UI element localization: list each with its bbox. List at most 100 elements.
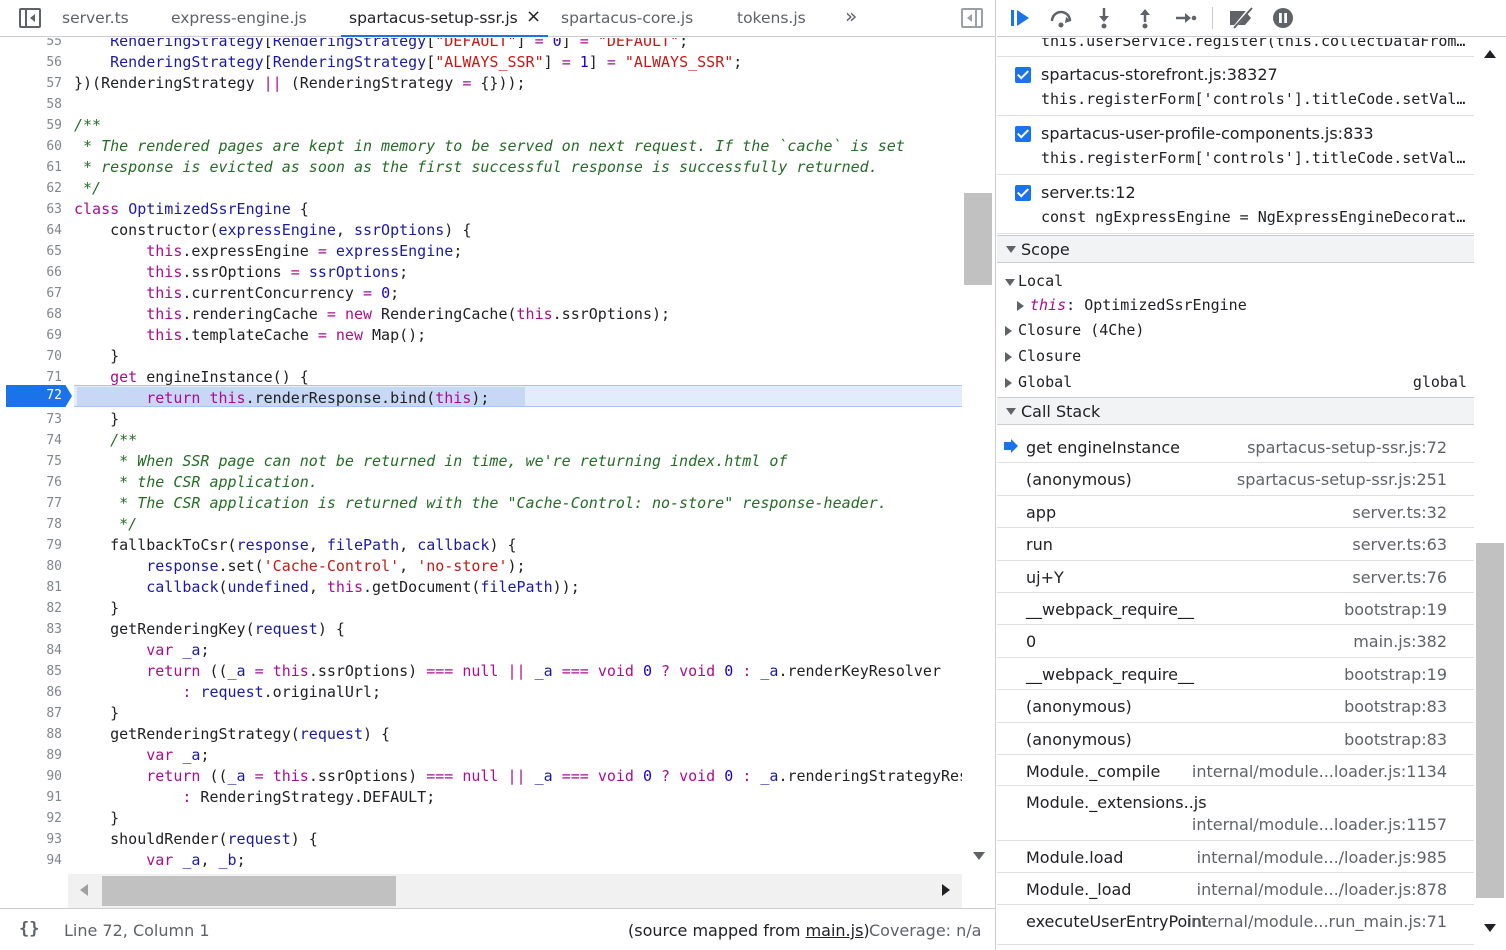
scope-closure-4che[interactable]: Closure (4Che)	[997, 318, 1474, 344]
call-frame[interactable]: (anonymous) bootstrap:83	[997, 690, 1474, 723]
scroll-down-arrow-icon[interactable]	[973, 852, 985, 866]
line-number[interactable]: 93	[0, 829, 62, 850]
call-frame[interactable]: Module.load internal/module.../loader.js:…	[997, 841, 1474, 873]
line-number[interactable]: 61	[0, 157, 62, 178]
line-number[interactable]: 58	[0, 94, 62, 115]
call-frame[interactable]: uj+Y server.ts:76	[997, 561, 1474, 593]
call-frame[interactable]: run server.ts:63	[997, 528, 1474, 561]
line-number[interactable]: 85	[0, 661, 62, 682]
sidebar-scroll-thumb[interactable]	[1476, 543, 1504, 898]
call-frame-location[interactable]: internal/module.../loader.js:985	[1197, 848, 1447, 867]
debugger-sidebar-toggle-icon[interactable]	[961, 8, 983, 28]
scroll-down-arrow-icon[interactable]	[1484, 924, 1496, 932]
line-number[interactable]: 84	[0, 640, 62, 661]
line-number[interactable]: 95	[0, 871, 62, 874]
line-number[interactable]: 81	[0, 577, 62, 598]
line-number[interactable]: 83	[0, 619, 62, 640]
scope-local[interactable]: Local	[997, 269, 1474, 295]
pretty-print-icon[interactable]: {}	[19, 919, 39, 939]
line-number[interactable]: 63	[0, 199, 62, 220]
call-frame-location[interactable]: internal/module...loader.js:1157	[1192, 815, 1447, 834]
scope-global[interactable]: Global global	[997, 370, 1474, 396]
editor-horizontal-scrollbar[interactable]	[68, 874, 962, 908]
call-frame-location[interactable]: bootstrap:83	[1344, 730, 1447, 749]
call-frame-location[interactable]: server.ts:76	[1352, 568, 1447, 587]
line-number[interactable]: 64	[0, 220, 62, 241]
call-frame-location[interactable]: main.js:382	[1353, 632, 1447, 651]
line-number[interactable]: 70	[0, 346, 62, 367]
line-number[interactable]: 73	[0, 409, 62, 430]
breakpoint-checkbox[interactable]	[1015, 67, 1031, 83]
call-frame[interactable]: Module._load internal/module.../loader.js…	[997, 873, 1474, 905]
navigator-toggle-icon[interactable]	[19, 8, 41, 28]
scroll-up-arrow-icon[interactable]	[1484, 50, 1496, 58]
call-frame[interactable]: (anonymous) bootstrap:83	[997, 723, 1474, 755]
tab-spartacus-core[interactable]: spartacus-core.js	[561, 9, 693, 27]
editor-vertical-scrollbar[interactable]	[962, 38, 995, 874]
call-stack-section-header[interactable]: Call Stack	[997, 397, 1474, 425]
breakpoint-checkbox[interactable]	[1015, 185, 1031, 201]
call-frame-location[interactable]: bootstrap:19	[1344, 600, 1447, 619]
line-number[interactable]: 71	[0, 367, 62, 388]
call-frame[interactable]: __webpack_require__ bootstrap:19	[997, 593, 1474, 625]
line-number[interactable]: 60	[0, 136, 62, 157]
scroll-left-arrow-icon[interactable]	[80, 884, 88, 896]
source-map-file-link[interactable]: main.js	[806, 921, 864, 940]
line-number[interactable]: 66	[0, 262, 62, 283]
line-number-gutter[interactable]: 555657585960616263646566676869707172 7374…	[0, 38, 68, 874]
deactivate-breakpoints-icon[interactable]	[1227, 6, 1257, 30]
line-number[interactable]: 62	[0, 178, 62, 199]
call-frame[interactable]: __webpack_require__ bootstrap:19	[997, 658, 1474, 690]
line-number[interactable]: 92	[0, 808, 62, 829]
call-frame-location[interactable]: internal/module...run_main.js:71	[1187, 912, 1447, 931]
resume-icon[interactable]	[1008, 6, 1032, 30]
editor-vertical-scroll-thumb[interactable]	[964, 193, 992, 285]
sidebar-scrollbar[interactable]	[1474, 38, 1506, 950]
tab-tokens[interactable]: tokens.js	[737, 9, 806, 27]
call-frame[interactable]: executeUserEntryPoint internal/module...r…	[997, 905, 1474, 945]
call-frame-location[interactable]: spartacus-setup-ssr.js:251	[1237, 470, 1447, 489]
more-tabs-icon[interactable]: »	[845, 4, 857, 28]
call-frame[interactable]: Module._compile internal/module...loader.…	[997, 755, 1474, 786]
line-number[interactable]: 77	[0, 493, 62, 514]
line-number[interactable]: 55	[0, 38, 62, 52]
line-number[interactable]: 94	[0, 850, 62, 871]
line-number[interactable]: 82	[0, 598, 62, 619]
line-number[interactable]: 91	[0, 787, 62, 808]
breakpoint-item[interactable]: spartacus-storefront.js:38327 this.regis…	[997, 57, 1474, 116]
line-number[interactable]: 67	[0, 283, 62, 304]
line-number[interactable]: 90	[0, 766, 62, 787]
step-out-icon[interactable]	[1133, 6, 1157, 30]
call-frame-location[interactable]: spartacus-setup-ssr.js:72	[1247, 438, 1447, 457]
call-frame[interactable]: (anonymous) spartacus-setup-ssr.js:251	[997, 463, 1474, 496]
scope-closure[interactable]: Closure	[997, 344, 1474, 370]
scope-this[interactable]: this: OptimizedSsrEngine	[997, 293, 1474, 319]
pause-on-exceptions-icon[interactable]	[1271, 6, 1295, 30]
line-number[interactable]: 79	[0, 535, 62, 556]
line-number[interactable]: 86	[0, 682, 62, 703]
call-frame-location[interactable]: internal/module...loader.js:1134	[1192, 762, 1447, 781]
line-number[interactable]: 75	[0, 451, 62, 472]
call-frame-location[interactable]: server.ts:32	[1352, 503, 1447, 522]
call-frame[interactable]: 0 main.js:382	[997, 625, 1474, 658]
execution-line-marker[interactable]: 72	[6, 385, 72, 407]
tab-express-engine[interactable]: express-engine.js	[171, 9, 307, 27]
line-number[interactable]: 88	[0, 724, 62, 745]
line-number[interactable]: 74	[0, 430, 62, 451]
line-number[interactable]: 68	[0, 304, 62, 325]
breakpoint-item[interactable]: spartacus-user-profile-components.js:833…	[997, 116, 1474, 175]
line-number[interactable]: 80	[0, 556, 62, 577]
step-into-icon[interactable]	[1092, 6, 1116, 30]
line-number[interactable]: 76	[0, 472, 62, 493]
call-frame-location[interactable]: internal/module.../loader.js:878	[1197, 880, 1447, 899]
call-frame-location[interactable]: server.ts:63	[1352, 535, 1447, 554]
close-tab-icon[interactable]: ×	[526, 6, 541, 27]
breakpoint-item[interactable]: server.ts:12 const ngExpressEngine = NgE…	[997, 175, 1474, 234]
breakpoint-checkbox[interactable]	[1015, 126, 1031, 142]
tab-server-ts[interactable]: server.ts	[62, 9, 129, 27]
call-frame[interactable]: app server.ts:32	[997, 496, 1474, 528]
line-number[interactable]: 87	[0, 703, 62, 724]
editor-horizontal-scroll-thumb[interactable]	[102, 876, 396, 906]
call-frame[interactable]: Module._extensions..js internal/module...…	[997, 786, 1474, 841]
line-number[interactable]: 65	[0, 241, 62, 262]
